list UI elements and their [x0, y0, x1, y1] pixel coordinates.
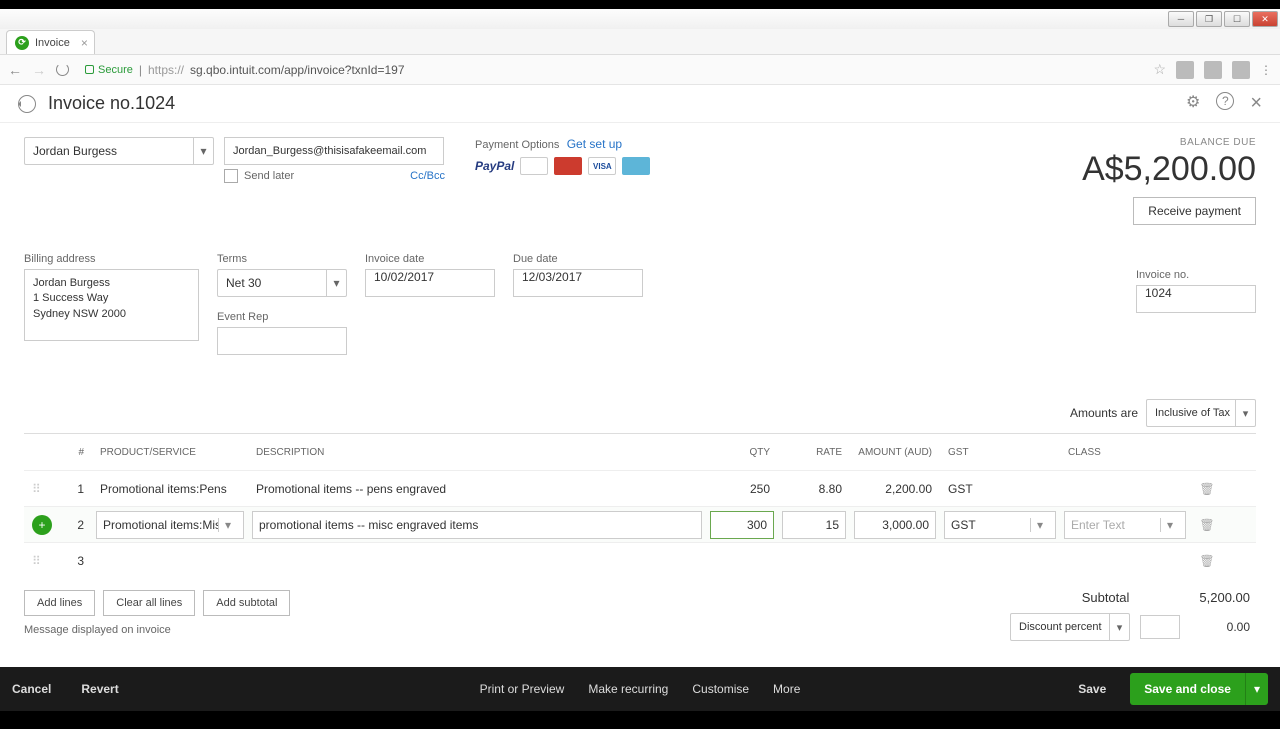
extension-icon-1[interactable]	[1176, 61, 1194, 79]
minimize-button[interactable]: ─	[1168, 11, 1194, 27]
window-titlebar: ─ ❐ ☐ ✕	[0, 9, 1280, 29]
payment-icons: PayPal VISA	[475, 157, 650, 175]
save-button[interactable]: Save	[1078, 682, 1106, 696]
add-lines-button[interactable]: Add lines	[24, 590, 95, 616]
visa-icon: VISA	[588, 157, 616, 175]
chevron-down-icon: ▾	[218, 518, 237, 532]
ccbcc-link[interactable]: Cc/Bcc	[410, 170, 445, 182]
save-and-close-button[interactable]: Save and close ▾	[1130, 673, 1268, 705]
amount-field[interactable]: 3,000.00	[854, 511, 936, 539]
drag-icon[interactable]: ⠿	[32, 482, 39, 496]
reload-button[interactable]	[56, 63, 69, 76]
paypal-icon	[520, 157, 548, 175]
due-date-field[interactable]: 12/03/2017	[513, 269, 643, 297]
discount-value-field[interactable]	[1140, 615, 1180, 639]
terms-select[interactable]: Net 30 ▾	[217, 269, 347, 297]
invoice-number-field[interactable]: 1024	[1136, 285, 1256, 313]
page-title: Invoice no.1024	[48, 93, 175, 114]
more-button[interactable]: More	[773, 682, 800, 696]
chevron-down-icon: ▾	[1160, 518, 1179, 532]
discount-select[interactable]: Discount percent ▾	[1010, 613, 1130, 641]
customise-button[interactable]: Customise	[692, 682, 749, 696]
balance-due-label: BALANCE DUE	[1082, 137, 1256, 148]
restore-button[interactable]: ❐	[1196, 11, 1222, 27]
delete-row-icon[interactable]: 🗑	[1190, 482, 1224, 496]
chevron-down-icon: ▾	[193, 138, 213, 164]
address-bar: ← → Secure | https://sg.qbo.intuit.com/a…	[0, 55, 1280, 85]
help-icon[interactable]: ?	[1216, 92, 1234, 110]
footer-bar: Cancel Revert Print or Preview Make recu…	[0, 667, 1280, 711]
table-row[interactable]: ⠿ 3 🗑	[24, 542, 1256, 578]
browser-tabbar: ⟳ Invoice ×	[0, 29, 1280, 55]
product-field[interactable]: Promotional items:Mis▾	[96, 511, 244, 539]
menu-icon[interactable]: ⋮	[1260, 63, 1272, 77]
class-field[interactable]: Enter Text▾	[1064, 511, 1186, 539]
chevron-down-icon: ▾	[1109, 614, 1129, 640]
chevron-down-icon: ▾	[1235, 400, 1255, 426]
delete-row-icon[interactable]: 🗑	[1190, 518, 1224, 532]
print-button[interactable]: Print or Preview	[480, 682, 565, 696]
revert-button[interactable]: Revert	[81, 682, 118, 696]
email-field[interactable]: Jordan_Burgess@thisisafakeemail.com	[224, 137, 444, 165]
qbo-favicon: ⟳	[15, 36, 29, 50]
customer-select[interactable]: Jordan Burgess ▾	[24, 137, 214, 165]
cancel-button[interactable]: Cancel	[12, 682, 51, 696]
add-row-icon[interactable]: +	[32, 515, 52, 535]
chevron-down-icon[interactable]: ▾	[1245, 673, 1268, 705]
url-box[interactable]: Secure | https://sg.qbo.intuit.com/app/i…	[79, 63, 1143, 77]
mastercard-icon	[554, 157, 582, 175]
page-header: Invoice no.1024 ⚙ ? ×	[0, 85, 1280, 123]
window-close-button[interactable]: ✕	[1252, 11, 1278, 27]
back-button[interactable]: ←	[8, 62, 22, 78]
make-recurring-button[interactable]: Make recurring	[588, 682, 668, 696]
bookmark-icon[interactable]: ☆	[1153, 61, 1166, 78]
qty-field[interactable]: 300	[710, 511, 774, 539]
tab-title: Invoice	[35, 37, 70, 49]
chevron-down-icon: ▾	[1030, 518, 1049, 532]
close-icon[interactable]: ×	[1250, 92, 1262, 115]
extension-icon-2[interactable]	[1204, 61, 1222, 79]
history-icon[interactable]	[18, 95, 36, 113]
secure-indicator: Secure	[85, 64, 133, 76]
gear-icon[interactable]: ⚙	[1186, 92, 1200, 115]
table-row[interactable]: + 2 Promotional items:Mis▾ promotional i…	[24, 506, 1256, 542]
table-row[interactable]: ⠿ 1 Promotional items:Pens Promotional i…	[24, 470, 1256, 506]
chevron-down-icon: ▾	[326, 270, 346, 296]
tab-close-icon[interactable]: ×	[81, 36, 88, 50]
balance-due-amount: A$5,200.00	[1082, 150, 1256, 189]
get-set-up-link[interactable]: Get set up	[567, 137, 622, 151]
billing-address-field[interactable]: Jordan Burgess 1 Success Way Sydney NSW …	[24, 269, 199, 341]
line-items-table: # PRODUCT/SERVICE DESCRIPTION QTY RATE A…	[24, 433, 1256, 578]
forward-button[interactable]: →	[32, 62, 46, 78]
amounts-are-select[interactable]: Inclusive of Tax ▾	[1146, 399, 1256, 427]
receive-payment-button[interactable]: Receive payment	[1133, 197, 1256, 225]
send-later-checkbox[interactable]	[224, 169, 238, 183]
gst-field[interactable]: GST▾	[944, 511, 1056, 539]
amex-icon	[622, 157, 650, 175]
event-rep-field[interactable]	[217, 327, 347, 355]
clear-lines-button[interactable]: Clear all lines	[103, 590, 195, 616]
delete-row-icon[interactable]: 🗑	[1190, 554, 1224, 568]
extension-icon-3[interactable]	[1232, 61, 1250, 79]
maximize-button[interactable]: ☐	[1224, 11, 1250, 27]
lock-icon	[85, 65, 94, 74]
add-subtotal-button[interactable]: Add subtotal	[203, 590, 290, 616]
description-field[interactable]: promotional items -- misc engraved items	[252, 511, 702, 539]
invoice-date-field[interactable]: 10/02/2017	[365, 269, 495, 297]
rate-field[interactable]: 15	[782, 511, 846, 539]
drag-icon[interactable]: ⠿	[32, 554, 39, 568]
browser-tab[interactable]: ⟳ Invoice ×	[6, 30, 95, 54]
